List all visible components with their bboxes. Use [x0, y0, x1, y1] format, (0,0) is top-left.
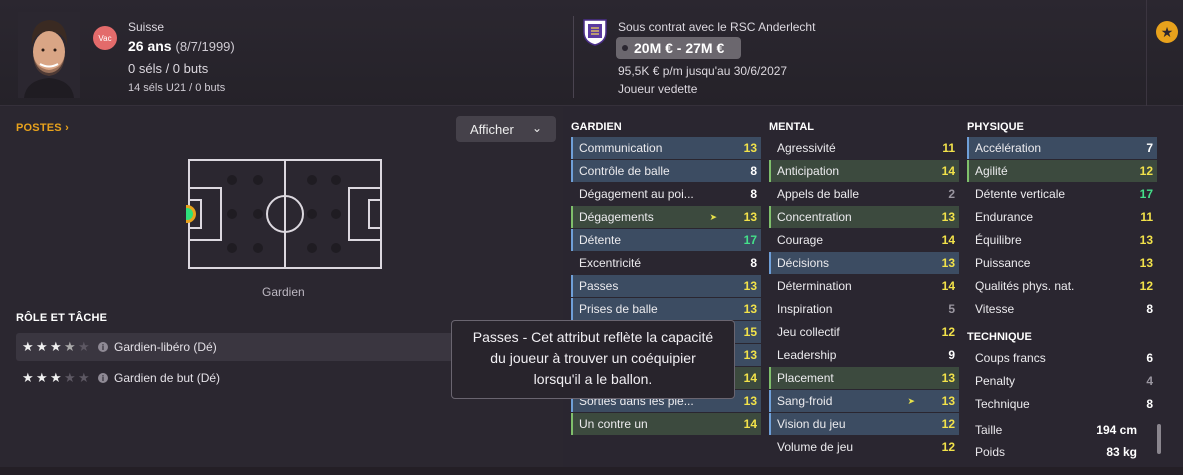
contract-club[interactable]: Sous contrat avec le RSC Anderlecht	[618, 20, 815, 34]
attribute-row[interactable]: Sang-froid ➤ 13	[769, 390, 959, 412]
attribute-row[interactable]: Appels de balle 2	[769, 183, 959, 205]
squad-status: Joueur vedette	[618, 82, 698, 96]
attribute-row[interactable]: Dégagements ➤ 13	[571, 206, 761, 228]
physical-title: PHYSIQUE	[967, 121, 1024, 133]
attribute-row[interactable]: Communication 13	[571, 137, 761, 159]
height-value: 194 cm	[1096, 423, 1137, 437]
chevron-down-icon: ⌄	[531, 121, 542, 135]
club-crest-icon[interactable]	[582, 18, 608, 46]
attribute-row[interactable]: Concentration 13	[769, 206, 959, 228]
attribute-row[interactable]: Équilibre 13	[967, 229, 1157, 251]
attribute-row[interactable]: Qualités phys. nat. 12	[967, 275, 1157, 297]
position-pitch	[178, 158, 384, 270]
info-icon[interactable]: i	[98, 342, 108, 352]
attribute-row[interactable]: Détermination 14	[769, 275, 959, 297]
tooltip-line: Passes - Cet attribut reflète la capacit…	[472, 329, 714, 345]
attribute-row[interactable]: Passes 13	[571, 275, 761, 297]
attribute-row[interactable]: Anticipation 14	[769, 160, 959, 182]
position-label: Gardien	[262, 285, 305, 299]
attribute-row[interactable]: Courage 14	[769, 229, 959, 251]
weight-label: Poids	[975, 445, 1006, 459]
attribute-row[interactable]: Un contre un 14	[571, 413, 761, 435]
attribute-row[interactable]: Placement 13	[769, 367, 959, 389]
technical-title: TECHNIQUE	[967, 331, 1032, 343]
age-value: 26 ans	[128, 38, 172, 54]
height-row: Taille 194 cm	[967, 419, 1157, 441]
goalkeeping-title: GARDIEN	[571, 121, 622, 133]
player-age: 26 ans (8/7/1999)	[128, 38, 235, 54]
role-label: Gardien-libéro (Dé)	[114, 340, 217, 354]
attribute-row[interactable]: Prises de balle 13	[571, 298, 761, 320]
tooltip-line: du joueur à trouver un coéquipier	[490, 350, 696, 366]
transfer-value: 20M € - 27M €	[616, 37, 741, 59]
attribute-row[interactable]: Leadership 9	[769, 344, 959, 366]
progress-arrow-icon: ➤	[709, 212, 717, 222]
attribute-row[interactable]: Endurance 11	[967, 206, 1157, 228]
scrollbar[interactable]	[1157, 424, 1161, 454]
positions-title[interactable]: POSTES ›	[16, 122, 69, 134]
header-right-strip	[1146, 0, 1183, 106]
attribute-row[interactable]: Vitesse 8	[967, 298, 1157, 320]
attribute-row[interactable]: Coups francs 6	[967, 347, 1157, 369]
weight-row: Poids 83 kg	[967, 441, 1157, 463]
role-label: Gardien de but (Dé)	[114, 371, 221, 385]
role-title: RÔLE ET TÂCHE	[16, 312, 108, 324]
attribute-row[interactable]: Décisions 13	[769, 252, 959, 274]
display-dropdown[interactable]: Afficher ⌄	[456, 116, 556, 142]
attribute-row[interactable]: Inspiration 5	[769, 298, 959, 320]
international-caps: 0 séls / 0 buts	[128, 61, 209, 76]
progress-arrow-icon: ➤	[907, 396, 915, 406]
attribute-row[interactable]: Détente 17	[571, 229, 761, 251]
role-rating-stars: ★ ★ ★ ★ ★	[22, 370, 90, 385]
attribute-row[interactable]: Excentricité 8	[571, 252, 761, 274]
attribute-row[interactable]: Vision du jeu 12	[769, 413, 959, 435]
header-divider	[573, 16, 574, 98]
attribute-row[interactable]: Puissance 13	[967, 252, 1157, 274]
player-header: Vac Suisse 26 ans (8/7/1999) 0 séls / 0 …	[0, 0, 1183, 106]
display-dropdown-label: Afficher	[470, 121, 514, 137]
mental-title: MENTAL	[769, 121, 815, 133]
player-avatar	[18, 12, 80, 98]
nationality: Suisse	[128, 20, 165, 34]
role-rating-stars: ★ ★ ★ ★ ★	[22, 339, 90, 354]
wage-line: 95,5K € p/m jusqu'au 30/6/2027	[618, 64, 788, 78]
footer-bar	[0, 467, 1183, 475]
attribute-row[interactable]: Dégagement au poi... 8	[571, 183, 761, 205]
u21-caps: 14 séls U21 / 0 buts	[128, 82, 226, 94]
attribute-row[interactable]: Agilité 12	[967, 160, 1157, 182]
vacation-badge: Vac	[93, 26, 117, 50]
star-icon[interactable]: ★	[1156, 21, 1178, 43]
attribute-row[interactable]: Volume de jeu 12	[769, 436, 959, 458]
attribute-row[interactable]: Technique 8	[967, 393, 1157, 415]
height-label: Taille	[975, 423, 1003, 437]
attribute-row[interactable]: Accélération 7	[967, 137, 1157, 159]
attribute-row[interactable]: Contrôle de balle 8	[571, 160, 761, 182]
attribute-row[interactable]: Jeu collectif 12	[769, 321, 959, 343]
attribute-tooltip: Passes - Cet attribut reflète la capacit…	[451, 320, 735, 399]
tooltip-line: lorsqu'il a le ballon.	[533, 371, 653, 387]
value-tag-icon	[622, 45, 628, 51]
attribute-row[interactable]: Détente verticale 17	[967, 183, 1157, 205]
attribute-row[interactable]: Penalty 4	[967, 370, 1157, 392]
info-icon[interactable]: i	[98, 373, 108, 383]
positions-panel: POSTES › Afficher ⌄ Gardien RÔLE ET TÂCH…	[0, 107, 563, 475]
attribute-row[interactable]: Agressivité 11	[769, 137, 959, 159]
weight-value: 83 kg	[1106, 445, 1137, 459]
value-range: 20M € - 27M €	[634, 40, 725, 56]
date-of-birth: (8/7/1999)	[175, 39, 235, 54]
